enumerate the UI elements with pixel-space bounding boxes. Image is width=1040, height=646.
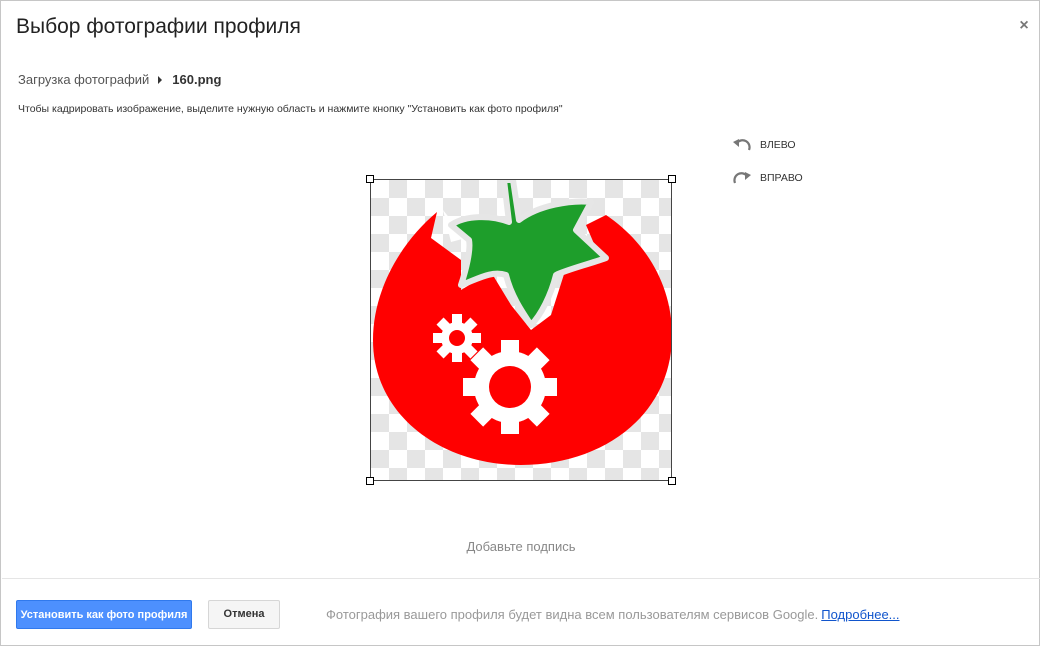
crop-selection-frame[interactable] bbox=[370, 179, 672, 481]
rotate-right-label: ВПРАВО bbox=[760, 172, 803, 184]
rotate-right-icon bbox=[733, 172, 751, 184]
chevron-right-icon bbox=[158, 75, 163, 84]
crop-instructions: Чтобы кадрировать изображение, выделите … bbox=[18, 103, 563, 115]
caption-input[interactable]: Добавьте подпись bbox=[1, 539, 1040, 554]
rotate-right-button[interactable]: ВПРАВО bbox=[732, 170, 803, 186]
learn-more-link[interactable]: Подробнее... bbox=[821, 607, 899, 622]
profile-photo-dialog: Выбор фотографии профиля × Загрузка фото… bbox=[0, 0, 1040, 646]
close-icon[interactable]: × bbox=[1016, 17, 1032, 35]
breadcrumb-current-file: 160.png bbox=[172, 72, 222, 87]
footer-note-text: Фотография вашего профиля будет видна вс… bbox=[326, 607, 819, 622]
footer-note: Фотография вашего профиля будет видна вс… bbox=[326, 607, 900, 622]
footer-divider bbox=[2, 578, 1040, 579]
rotate-left-button[interactable]: ВЛЕВО bbox=[732, 137, 796, 153]
rotate-left-icon bbox=[733, 139, 751, 151]
crop-handle-top-left[interactable] bbox=[366, 175, 374, 183]
cancel-button[interactable]: Отмена bbox=[208, 600, 280, 629]
crop-handle-top-right[interactable] bbox=[668, 175, 676, 183]
crop-handle-bottom-left[interactable] bbox=[366, 477, 374, 485]
dialog-title: Выбор фотографии профиля bbox=[16, 15, 301, 38]
set-profile-photo-button[interactable]: Установить как фото профиля bbox=[16, 600, 192, 629]
crop-handle-bottom-right[interactable] bbox=[668, 477, 676, 485]
breadcrumb-upload-link[interactable]: Загрузка фотографий bbox=[18, 72, 149, 87]
rotate-left-label: ВЛЕВО bbox=[760, 139, 796, 151]
breadcrumb: Загрузка фотографий 160.png bbox=[18, 72, 221, 87]
